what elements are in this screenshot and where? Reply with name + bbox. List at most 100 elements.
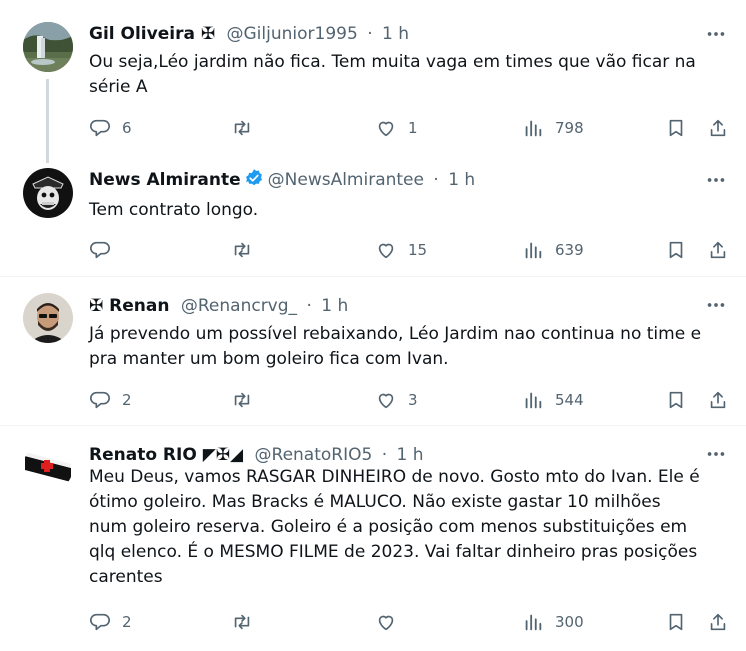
views-button[interactable]: 300 (522, 609, 584, 635)
views-icon (525, 120, 542, 137)
tweet-news-almirante[interactable]: News Almirante @NewsAlmirantee · 1 h Tem … (0, 149, 746, 277)
retweet-icon (234, 392, 250, 408)
share-icon (710, 391, 726, 409)
view-count: 300 (555, 613, 584, 631)
verified-icon (245, 169, 262, 186)
like-count: 1 (408, 119, 418, 137)
tweet-header: ✠ Renan @Renancrvg_ · 1 h (89, 293, 348, 319)
more-options-button[interactable] (704, 22, 728, 46)
display-name[interactable]: ✠ Renan (89, 296, 169, 316)
timestamp[interactable]: 1 h (448, 170, 475, 190)
more-options-button[interactable] (704, 442, 728, 466)
views-icon (525, 392, 542, 409)
views-button[interactable]: 639 (522, 237, 584, 263)
share-button[interactable] (707, 115, 729, 141)
reply-button[interactable]: 2 (89, 609, 132, 635)
action-bar: 15 639 (89, 237, 729, 263)
like-button[interactable]: 3 (375, 387, 418, 413)
reply-button[interactable]: 6 (89, 115, 132, 141)
like-button[interactable] (375, 609, 408, 635)
views-icon (525, 614, 542, 631)
bookmark-button[interactable] (665, 387, 687, 413)
share-icon (710, 241, 726, 259)
tweet-gil-oliveira[interactable]: Gil Oliveira ✠ @Giljunior1995 · 1 h Ou s… (0, 0, 746, 163)
bookmark-button[interactable] (665, 115, 687, 141)
timestamp[interactable]: 1 h (382, 24, 409, 44)
avatar-image (23, 293, 73, 343)
retweet-button[interactable] (231, 115, 264, 141)
avatar-image (23, 168, 73, 218)
like-button[interactable]: 15 (375, 237, 427, 263)
avatar[interactable] (23, 442, 73, 492)
display-name[interactable]: News Almirante (89, 170, 241, 190)
reply-icon (90, 119, 110, 137)
like-count: 15 (408, 241, 428, 259)
share-icon (710, 613, 726, 631)
like-icon (378, 243, 394, 259)
reply-feed: Gil Oliveira ✠ @Giljunior1995 · 1 h Ou s… (0, 0, 746, 651)
more-options-button[interactable] (704, 293, 728, 317)
user-handle[interactable]: @Giljunior1995 (227, 24, 358, 44)
more-icon (707, 178, 725, 182)
views-button[interactable]: 798 (522, 115, 584, 141)
display-name[interactable]: Renato RIO ◤✠◢ (89, 445, 243, 465)
tweet-renan[interactable]: ✠ Renan @Renancrvg_ · 1 h Já prevendo um… (0, 277, 746, 426)
bookmark-icon (669, 391, 683, 409)
display-name[interactable]: Gil Oliveira ✠ (89, 24, 215, 44)
tweet-renato-rio[interactable]: Renato RIO ◤✠◢ @RenatoRIO5 · 1 h Meu Deu… (0, 426, 746, 651)
more-options-button[interactable] (704, 168, 728, 192)
tweet-text: Já prevendo um possível rebaixando, Léo … (89, 324, 702, 369)
like-button[interactable]: 1 (375, 115, 418, 141)
more-icon (707, 452, 725, 456)
timestamp[interactable]: 1 h (397, 445, 424, 465)
view-count: 544 (555, 391, 584, 409)
retweet-button[interactable] (231, 237, 264, 263)
avatar[interactable] (23, 168, 73, 218)
share-icon (710, 119, 726, 137)
user-handle[interactable]: @RenatoRIO5 (255, 445, 373, 465)
timestamp[interactable]: 1 h (321, 296, 348, 316)
tweet-text: Ou seja,Léo jardim não fica. Tem muita v… (89, 52, 696, 97)
views-icon (525, 242, 542, 259)
reply-icon (90, 391, 110, 409)
reply-button[interactable]: 2 (89, 387, 132, 413)
separator-dot: · (367, 24, 373, 44)
bookmark-icon (669, 613, 683, 631)
avatar-image (23, 442, 73, 492)
views-button[interactable]: 544 (522, 387, 584, 413)
tweet-text: Meu Deus, vamos RASGAR DINHEIRO de novo.… (89, 467, 700, 587)
reply-button[interactable] (89, 237, 122, 263)
like-icon (378, 121, 394, 137)
more-icon (707, 303, 725, 307)
view-count: 798 (555, 119, 584, 137)
reply-icon (90, 241, 110, 259)
action-bar: 2 300 (89, 609, 729, 635)
like-count: 3 (408, 391, 418, 409)
retweet-button[interactable] (231, 387, 264, 413)
action-bar: 2 3 544 (89, 387, 729, 413)
share-button[interactable] (707, 387, 729, 413)
retweet-icon (234, 120, 250, 136)
view-count: 639 (555, 241, 584, 259)
tweet-header: Gil Oliveira ✠ @Giljunior1995 · 1 h (89, 21, 409, 47)
like-icon (378, 393, 394, 409)
avatar-image (23, 22, 73, 72)
reply-count: 2 (122, 613, 132, 631)
bookmark-button[interactable] (665, 609, 687, 635)
separator-dot: · (433, 170, 439, 190)
bookmark-icon (669, 119, 683, 137)
reply-count: 2 (122, 391, 132, 409)
tweet-header: News Almirante @NewsAlmirantee · 1 h (89, 167, 475, 193)
avatar[interactable] (23, 22, 73, 72)
share-button[interactable] (707, 609, 729, 635)
user-handle[interactable]: @NewsAlmirantee (268, 170, 424, 190)
bookmark-button[interactable] (665, 237, 687, 263)
avatar[interactable] (23, 293, 73, 343)
share-button[interactable] (707, 237, 729, 263)
retweet-button[interactable] (231, 609, 264, 635)
retweet-icon (234, 242, 250, 258)
reply-icon (90, 613, 110, 631)
separator-dot: · (306, 296, 312, 316)
user-handle[interactable]: @Renancrvg_ (181, 296, 297, 316)
bookmark-icon (669, 241, 683, 259)
